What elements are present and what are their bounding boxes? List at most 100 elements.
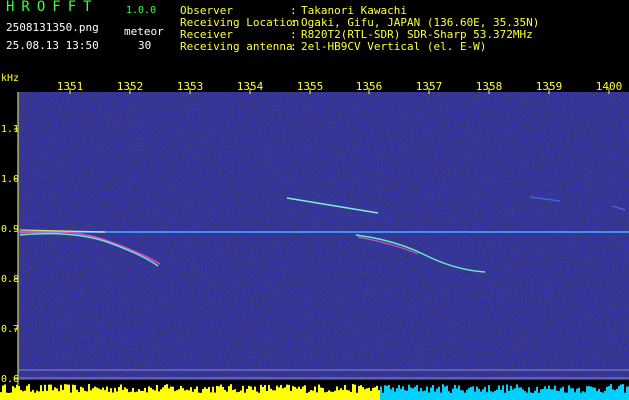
- signal-bar: [510, 385, 512, 400]
- signal-bar: [434, 391, 436, 400]
- signal-bar: [440, 392, 442, 400]
- signal-bar: [530, 392, 532, 400]
- signal-bar: [536, 386, 538, 400]
- signal-bar: [576, 388, 578, 400]
- signal-bar: [182, 388, 184, 400]
- signal-bar: [504, 392, 506, 400]
- signal-bar: [458, 385, 460, 400]
- signal-bar: [496, 389, 498, 400]
- signal-bar: [516, 384, 518, 400]
- signal-bar: [302, 386, 304, 400]
- signal-bar: [250, 386, 252, 400]
- signal-bar: [164, 385, 166, 400]
- signal-bar: [414, 386, 416, 400]
- signal-bar: [488, 385, 490, 400]
- signal-bar: [460, 390, 462, 400]
- y-axis-unit: kHz: [1, 73, 20, 84]
- signal-bar: [416, 384, 418, 400]
- x-tick-label: 1356: [355, 80, 383, 93]
- signal-bar: [450, 392, 452, 400]
- signal-bar: [306, 392, 308, 400]
- signal-bar: [38, 391, 40, 400]
- signal-bar: [508, 390, 510, 400]
- signal-bar: [604, 390, 606, 400]
- signal-bar: [212, 386, 214, 400]
- spectrogram-plot: [0, 88, 629, 400]
- signal-bar: [394, 391, 396, 400]
- info-value-antenna: 2el-HB9CV Vertical (el. E-W): [301, 40, 487, 53]
- signal-bar: [232, 390, 234, 400]
- signal-bar: [282, 388, 284, 400]
- signal-bar: [66, 384, 68, 400]
- signal-bar: [246, 388, 248, 400]
- signal-bar: [340, 388, 342, 400]
- signal-bar: [122, 389, 124, 400]
- signal-bar: [134, 392, 136, 400]
- signal-bar: [230, 384, 232, 400]
- signal-bar: [562, 386, 564, 400]
- signal-bar: [168, 388, 170, 400]
- meteor-count: 30: [138, 39, 152, 52]
- signal-bar: [184, 390, 186, 400]
- signal-bar: [316, 392, 318, 400]
- signal-bar: [74, 385, 76, 400]
- signal-bar: [538, 392, 540, 400]
- signal-bar: [222, 386, 224, 400]
- signal-bar: [268, 385, 270, 400]
- signal-bar: [300, 388, 302, 400]
- signal-bar: [46, 390, 48, 400]
- signal-bar: [602, 392, 604, 400]
- signal-bar: [16, 384, 18, 400]
- signal-bar: [586, 386, 588, 400]
- signal-bar: [80, 386, 82, 400]
- signal-bar: [228, 386, 230, 400]
- signal-bar: [124, 387, 126, 400]
- signal-bar: [556, 390, 558, 400]
- signal-bar: [588, 385, 590, 400]
- signal-bar: [546, 388, 548, 400]
- signal-bar: [376, 385, 378, 400]
- signal-bar: [56, 388, 58, 400]
- signal-bar: [498, 385, 500, 400]
- signal-bar: [326, 391, 328, 400]
- signal-bar: [224, 389, 226, 400]
- signal-bar: [262, 387, 264, 400]
- signal-bar: [426, 386, 428, 400]
- x-tick-label: 1354: [236, 80, 264, 93]
- signal-bar: [216, 385, 218, 400]
- signal-bar: [18, 385, 20, 400]
- signal-bar: [560, 388, 562, 400]
- signal-bar: [476, 386, 478, 400]
- signal-bar: [110, 388, 112, 400]
- signal-bar: [478, 388, 480, 400]
- signal-bar: [352, 384, 354, 400]
- signal-bar: [464, 392, 466, 400]
- signal-bar: [42, 391, 44, 400]
- signal-bar: [304, 385, 306, 400]
- signal-bar: [8, 392, 10, 400]
- signal-bar: [176, 390, 178, 400]
- signal-bar: [154, 390, 156, 400]
- signal-bar: [278, 387, 280, 400]
- signal-bar: [2, 385, 4, 400]
- signal-bar: [270, 388, 272, 400]
- signal-bar: [342, 390, 344, 400]
- signal-bar: [190, 387, 192, 400]
- signal-bar: [532, 392, 534, 400]
- signal-bar: [20, 390, 22, 400]
- signal-bar: [336, 386, 338, 400]
- signal-bar: [490, 391, 492, 400]
- file-name: 2508131350.png: [6, 21, 99, 34]
- signal-bar: [148, 386, 150, 400]
- signal-bar: [106, 386, 108, 400]
- signal-bar: [22, 391, 24, 400]
- signal-bar: [624, 392, 626, 400]
- signal-bar: [12, 386, 14, 400]
- y-tick-label: 1.0: [1, 174, 20, 185]
- signal-bar: [350, 392, 352, 400]
- signal-bar: [24, 390, 26, 400]
- signal-bar: [346, 389, 348, 400]
- signal-bar: [104, 390, 106, 400]
- signal-bar: [186, 389, 188, 400]
- signal-bar: [590, 386, 592, 400]
